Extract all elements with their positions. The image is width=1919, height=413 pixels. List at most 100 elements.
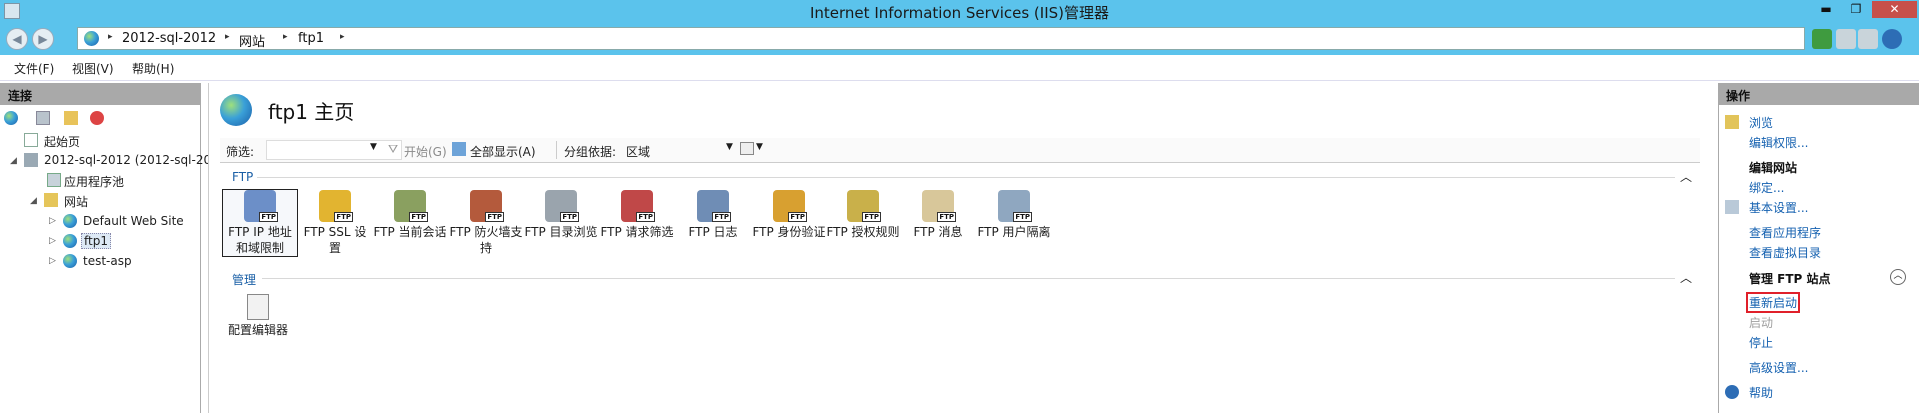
ftp-badge: FTP: [712, 212, 731, 222]
minimize-button[interactable]: ▬: [1813, 1, 1839, 18]
features-view: [208, 83, 1713, 413]
save-icon[interactable]: [36, 111, 50, 125]
action-4[interactable]: 基本设置...: [1749, 199, 1808, 216]
breadcrumb-ftp1[interactable]: ftp1: [298, 31, 324, 46]
forward-button[interactable]: ▶: [32, 28, 54, 50]
back-button[interactable]: ◀: [6, 28, 28, 50]
action-6[interactable]: 查看虚拟目录: [1749, 244, 1821, 261]
collapse-group-icon[interactable]: ︿: [1890, 269, 1906, 285]
up-folder-icon[interactable]: [64, 111, 78, 125]
group-by-dropdown-icon[interactable]: ▼: [726, 142, 733, 152]
sites-folder-icon: [44, 193, 58, 207]
toolbar-divider: [556, 141, 557, 159]
action-11[interactable]: 高级设置...: [1749, 359, 1808, 376]
action-3[interactable]: 绑定...: [1749, 179, 1784, 196]
filter-bar: 筛选: ▼ ⛛ 开始(G) 全部显示(A) 分组依据: 区域 ▼ ▼: [220, 138, 1700, 163]
ftp-firewall-icon: FTP: [470, 190, 504, 222]
feature-ftp-logging[interactable]: FTP FTP 日志: [676, 190, 750, 240]
connect-icon[interactable]: [4, 111, 18, 125]
filter-input[interactable]: [266, 140, 402, 160]
section-divider: [262, 278, 1675, 279]
group-by-label: 分组依据:: [564, 145, 617, 159]
action-8[interactable]: 重新启动: [1746, 292, 1801, 313]
feature-label: FTP 目录浏览: [524, 225, 598, 239]
tree-item-test-asp[interactable]: test-asp: [83, 254, 132, 268]
feature-ftp-sessions[interactable]: FTP FTP 当前会话: [373, 190, 447, 240]
feature-ftp-request-filtering[interactable]: FTP FTP 请求筛选: [600, 190, 674, 240]
globe-icon: [84, 31, 99, 46]
address-bar[interactable]: ▸ 2012-sql-2012 ▸ 网站 ▸ ftp1 ▸: [77, 27, 1805, 50]
restore-button[interactable]: ❐: [1843, 1, 1869, 18]
home-icon[interactable]: [1858, 29, 1878, 49]
tree-item-server[interactable]: 2012-sql-2012 (2012-sql-20: [44, 153, 211, 167]
breadcrumb-server[interactable]: 2012-sql-2012: [122, 31, 216, 46]
collapse-management-icon[interactable]: ︿: [1680, 269, 1692, 286]
menu-file[interactable]: 文件(F): [14, 60, 54, 77]
actions-header: 操作: [1718, 83, 1919, 105]
tree-item-default-web-site[interactable]: Default Web Site: [83, 214, 184, 228]
breadcrumb-sites[interactable]: 网站: [239, 31, 265, 50]
group-by-select[interactable]: 区域: [626, 143, 650, 160]
tree-expander[interactable]: ▷: [49, 216, 56, 226]
tree-item-app-pools[interactable]: 应用程序池: [64, 173, 124, 190]
feature-config-editor[interactable]: 配置编辑器: [222, 294, 294, 338]
ftp-logging-icon: FTP: [697, 190, 731, 222]
ftp-badge: FTP: [485, 212, 504, 222]
feature-label: FTP 用户隔离: [977, 225, 1051, 239]
ftp-ssl-icon: FTP: [319, 190, 353, 222]
ftp-badge: FTP: [334, 212, 353, 222]
feature-ftp-messages[interactable]: FTP FTP 消息: [901, 190, 975, 240]
disconnect-icon[interactable]: [90, 111, 104, 125]
start-page-icon: [24, 133, 38, 147]
help-icon[interactable]: [1882, 29, 1902, 49]
feature-ftp-ip-restrictions[interactable]: FTP FTP IP 地址和域限制: [222, 189, 298, 257]
basic-settings-icon: [1725, 200, 1739, 214]
tree-item-sites[interactable]: 网站: [64, 193, 88, 210]
feature-label: 配置编辑器: [227, 323, 288, 337]
breadcrumb-separator: ▸: [108, 32, 113, 42]
tree-item-ftp1[interactable]: ftp1: [81, 233, 111, 249]
app-pools-icon: [47, 173, 61, 187]
action-10[interactable]: 停止: [1749, 334, 1773, 351]
action-0[interactable]: 浏览: [1749, 114, 1773, 131]
globe-icon: [63, 214, 77, 228]
breadcrumb-separator: ▸: [225, 32, 230, 42]
help-icon: [1725, 385, 1739, 399]
stop-icon[interactable]: [1836, 29, 1856, 49]
action-12[interactable]: 帮助: [1749, 384, 1773, 401]
feature-label: FTP 消息: [913, 225, 963, 239]
feature-ftp-authentication[interactable]: FTP FTP 身份验证: [752, 190, 826, 240]
collapse-ftp-icon[interactable]: ︿: [1680, 168, 1692, 185]
breadcrumb-separator: ▸: [283, 32, 288, 42]
menu-help[interactable]: 帮助(H): [132, 60, 174, 77]
page-title: ftp1 主页: [268, 100, 355, 124]
site-globe-icon: [220, 94, 252, 126]
globe-icon: [63, 254, 77, 268]
ftp-directory-browsing-icon: FTP: [545, 190, 579, 222]
feature-ftp-firewall[interactable]: FTP FTP 防火墙支持: [449, 190, 523, 256]
filter-dropdown-icon[interactable]: ▼: [370, 142, 377, 152]
menu-view[interactable]: 视图(V): [72, 60, 114, 77]
action-1[interactable]: 编辑权限...: [1749, 134, 1808, 151]
feature-label: FTP 请求筛选: [600, 225, 674, 239]
feature-ftp-ssl[interactable]: FTP FTP SSL 设置: [298, 190, 372, 256]
feature-ftp-directory-browsing[interactable]: FTP FTP 目录浏览: [524, 190, 598, 240]
go-button[interactable]: 开始(G): [404, 143, 447, 160]
refresh-icon[interactable]: [1812, 29, 1832, 49]
view-mode-dropdown-icon[interactable]: ▼: [756, 142, 763, 152]
feature-ftp-authorization[interactable]: FTP FTP 授权规则: [826, 190, 900, 240]
tree-expander[interactable]: ◢: [30, 196, 37, 206]
tree-expander[interactable]: ▷: [49, 236, 56, 246]
feature-ftp-user-isolation[interactable]: FTP FTP 用户隔离: [977, 190, 1051, 240]
show-all-button[interactable]: 全部显示(A): [470, 143, 536, 160]
feature-label: FTP 身份验证: [752, 225, 826, 239]
ftp-badge: FTP: [259, 212, 278, 222]
close-button[interactable]: ✕: [1872, 1, 1917, 18]
tree-item-start-page[interactable]: 起始页: [44, 133, 80, 150]
server-icon: [24, 153, 38, 167]
view-mode-icon[interactable]: [740, 142, 754, 155]
tree-expander[interactable]: ◢: [10, 156, 17, 166]
tree-expander[interactable]: ▷: [49, 256, 56, 266]
globe-icon: [63, 234, 77, 248]
action-5[interactable]: 查看应用程序: [1749, 224, 1821, 241]
